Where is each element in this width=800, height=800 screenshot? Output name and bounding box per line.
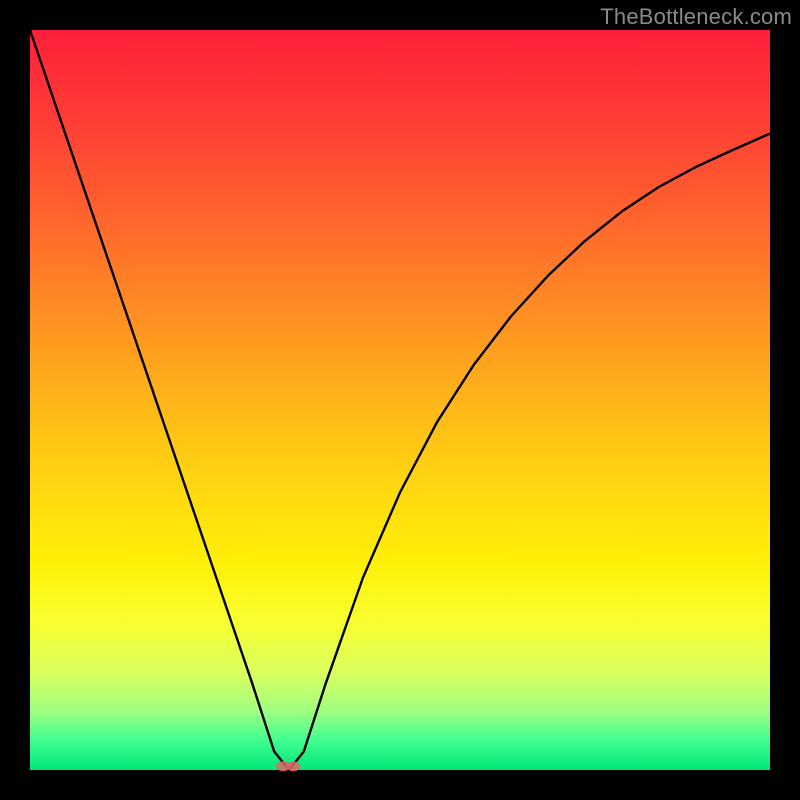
- chart-frame: TheBottleneck.com: [0, 0, 800, 800]
- optimal-point-2: [286, 761, 300, 771]
- watermark-text: TheBottleneck.com: [600, 4, 792, 30]
- bottleneck-curve: [30, 30, 770, 770]
- curve-layer: [30, 30, 770, 770]
- plot-area: [30, 30, 770, 770]
